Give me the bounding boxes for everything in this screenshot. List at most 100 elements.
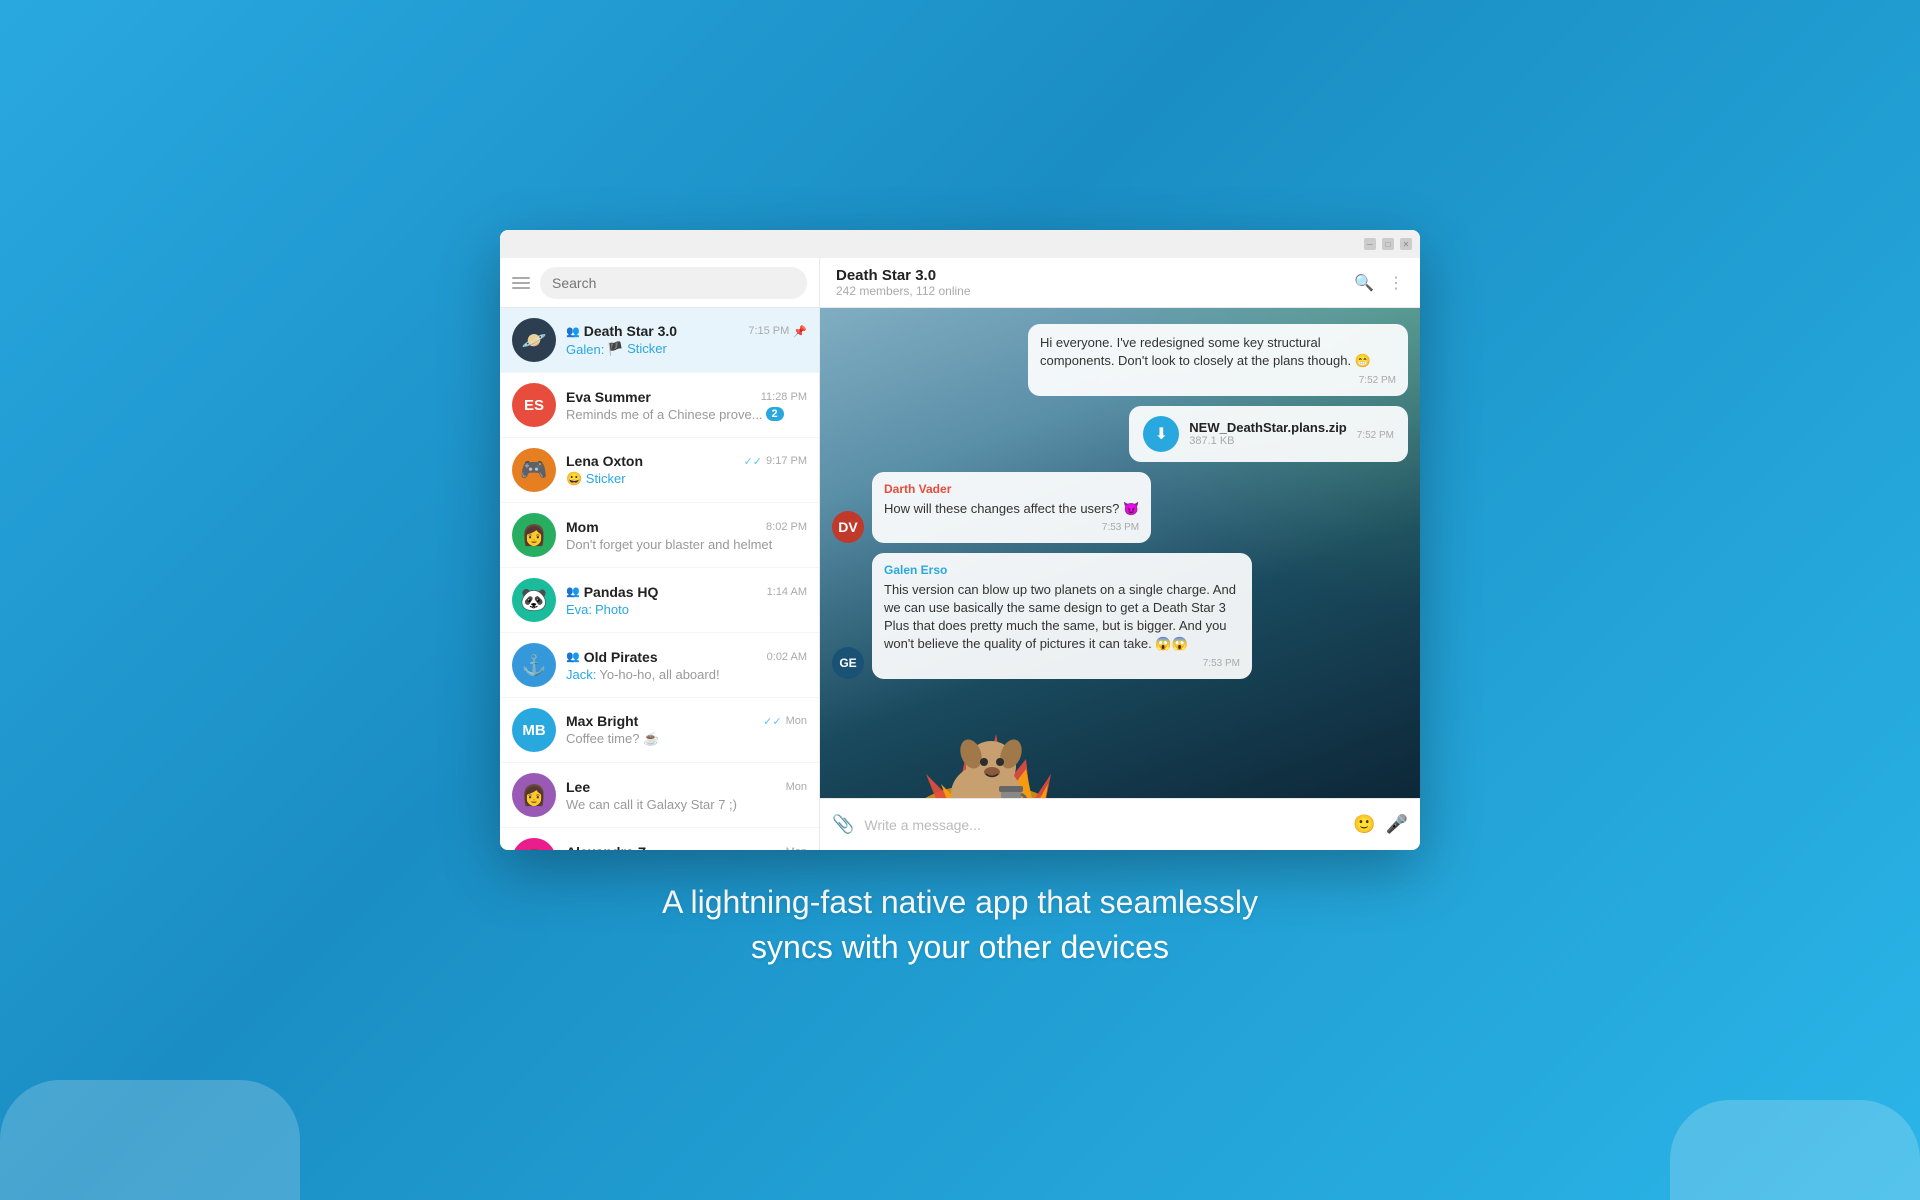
conv-top: Mom 8:02 PM	[566, 519, 807, 535]
file-size: 387.1 KB	[1189, 435, 1346, 447]
conv-name: 👥 Pandas HQ	[566, 584, 658, 600]
attachment-icon[interactable]: 📎	[832, 814, 854, 835]
message-time: 7:52 PM	[1040, 375, 1396, 386]
conv-top: Max Bright ✓✓ Mon	[566, 713, 807, 729]
conv-content: Eva Summer 11:28 PM Reminds me of a Chin…	[566, 389, 807, 422]
voice-icon[interactable]: 🎤	[1386, 814, 1408, 835]
minimize-button[interactable]: ─	[1364, 238, 1376, 250]
group-icon: 👥	[566, 325, 580, 338]
chat-title: Death Star 3.0	[836, 267, 971, 284]
conversation-list: 🪐 👥 Death Star 3.0 7:15 PM 📌	[500, 308, 819, 850]
conv-preview: Galen: 🏴 Sticker	[566, 341, 807, 357]
avatar: ⚓	[512, 643, 556, 687]
conv-preview: Eva: Photo	[566, 602, 807, 617]
conv-content: 👥 Death Star 3.0 7:15 PM 📌 Galen: 🏴 Stic…	[566, 323, 807, 357]
sender-avatar: GE	[832, 647, 864, 679]
conv-preview: Jack: Yo-ho-ho, all aboard!	[566, 667, 807, 682]
message-text: How will these changes affect the users?…	[884, 500, 1139, 518]
maximize-button[interactable]: □	[1382, 238, 1394, 250]
list-item[interactable]: 🐼 👥 Pandas HQ 1:14 AM Eva: Photo	[500, 568, 819, 633]
conv-preview: Don't forget your blaster and helmet	[566, 537, 807, 552]
list-item[interactable]: 🪐 👥 Death Star 3.0 7:15 PM 📌	[500, 308, 819, 373]
conv-name: 👥 Death Star 3.0	[566, 323, 677, 339]
message-bubble: Hi everyone. I've redesigned some key st…	[1028, 324, 1408, 395]
conv-preview: Reminds me of a Chinese prove... 2	[566, 407, 807, 422]
message-text: Hi everyone. I've redesigned some key st…	[1040, 334, 1396, 370]
conv-name: 👥 Old Pirates	[566, 649, 658, 665]
title-bar: ─ □ ✕	[500, 230, 1420, 258]
avatar: 🐼	[512, 578, 556, 622]
conv-top: Lena Oxton ✓✓ 9:17 PM	[566, 453, 807, 469]
group-icon: 👥	[566, 650, 580, 663]
app-window: ─ □ ✕ 🪐	[500, 230, 1420, 850]
conv-top: Alexandra Z Mon	[566, 844, 807, 851]
conv-content: Lee Mon We can call it Galaxy Star 7 ;)	[566, 779, 807, 812]
app-body: 🪐 👥 Death Star 3.0 7:15 PM 📌	[500, 258, 1420, 850]
cloud-decoration-left	[0, 1080, 300, 1200]
file-info: NEW_DeathStar.plans.zip 387.1 KB	[1189, 420, 1346, 447]
list-item[interactable]: 👩 Alexandra Z Mon Workout_Shedule.pdf	[500, 828, 819, 850]
search-box[interactable]	[540, 267, 807, 299]
list-item[interactable]: MB Max Bright ✓✓ Mon Coffee time? ☕	[500, 698, 819, 763]
list-item[interactable]: ES Eva Summer 11:28 PM Reminds me of a C…	[500, 373, 819, 438]
emoji-icon[interactable]: 🙂	[1353, 814, 1375, 835]
chat-area: Death Star 3.0 242 members, 112 online 🔍…	[820, 258, 1420, 850]
message-time: 7:52 PM	[1357, 430, 1394, 441]
list-item[interactable]: 🎮 Lena Oxton ✓✓ 9:17 PM 😀 Sticker	[500, 438, 819, 503]
file-download-icon[interactable]: ⬇	[1143, 416, 1179, 452]
sticker-image	[876, 689, 1096, 799]
close-button[interactable]: ✕	[1400, 238, 1412, 250]
sidebar-header	[500, 258, 819, 308]
tagline: A lightning-fast native app that seamles…	[662, 880, 1258, 970]
chat-input-bar: 📎 🙂 🎤	[820, 798, 1420, 850]
conv-content: Mom 8:02 PM Don't forget your blaster an…	[566, 519, 807, 552]
file-message: ⬇ NEW_DeathStar.plans.zip 387.1 KB 7:52 …	[1129, 406, 1408, 462]
sender-name: Darth Vader	[884, 482, 1139, 496]
conv-content: 👥 Old Pirates 0:02 AM Jack: Yo-ho-ho, al…	[566, 649, 807, 682]
search-icon[interactable]: 🔍	[1354, 273, 1374, 293]
file-name: NEW_DeathStar.plans.zip	[1189, 420, 1346, 435]
message-with-avatar: GE Galen Erso This version can blow up t…	[832, 553, 1408, 679]
message-bubble: Darth Vader How will these changes affec…	[872, 472, 1151, 543]
conv-content: Max Bright ✓✓ Mon Coffee time? ☕	[566, 713, 807, 747]
conv-top: 👥 Old Pirates 0:02 AM	[566, 649, 807, 665]
chat-subtitle: 242 members, 112 online	[836, 284, 971, 298]
list-item[interactable]: 👩 Lee Mon We can call it Galaxy Star 7 ;…	[500, 763, 819, 828]
sticker-message	[876, 689, 1096, 799]
conv-top: Eva Summer 11:28 PM	[566, 389, 807, 405]
sender-avatar: DV	[832, 511, 864, 543]
chat-title-area: Death Star 3.0 242 members, 112 online	[836, 267, 971, 298]
avatar: 🪐	[512, 318, 556, 362]
avatar: 👩	[512, 773, 556, 817]
hamburger-icon[interactable]	[512, 277, 530, 289]
message-time: 7:53 PM	[884, 658, 1240, 669]
cloud-decoration-right	[1670, 1100, 1920, 1200]
search-input[interactable]	[552, 275, 795, 291]
avatar: 👩	[512, 513, 556, 557]
list-item[interactable]: 👩 Mom 8:02 PM Don't forget your blaster …	[500, 503, 819, 568]
avatar: MB	[512, 708, 556, 752]
tagline-line2: syncs with your other devices	[662, 925, 1258, 970]
conv-content: 👥 Pandas HQ 1:14 AM Eva: Photo	[566, 584, 807, 617]
message-with-avatar: DV Darth Vader How will these changes af…	[832, 472, 1408, 543]
sidebar: 🪐 👥 Death Star 3.0 7:15 PM 📌	[500, 258, 820, 850]
conv-preview: 😀 Sticker	[566, 471, 807, 487]
chat-header-actions: 🔍 ⋮	[1354, 273, 1404, 293]
avatar: 🎮	[512, 448, 556, 492]
more-icon[interactable]: ⋮	[1388, 273, 1404, 293]
conv-top: 👥 Death Star 3.0 7:15 PM 📌	[566, 323, 807, 339]
conv-preview: We can call it Galaxy Star 7 ;)	[566, 797, 807, 812]
badge: 2	[766, 407, 784, 421]
pinned-icon: 📌	[793, 325, 807, 338]
sender-name: Galen Erso	[884, 563, 1240, 577]
list-item[interactable]: ⚓ 👥 Old Pirates 0:02 AM Jack: Yo-ho-ho, …	[500, 633, 819, 698]
check-icon: ✓✓	[744, 455, 762, 468]
conv-top: Lee Mon	[566, 779, 807, 795]
message-input[interactable]	[864, 817, 1343, 833]
conv-top: 👥 Pandas HQ 1:14 AM	[566, 584, 807, 600]
message-time: 7:53 PM	[884, 522, 1139, 533]
conv-content: Alexandra Z Mon Workout_Shedule.pdf	[566, 844, 807, 851]
avatar: 👩	[512, 838, 556, 850]
conv-preview: Coffee time? ☕	[566, 731, 807, 747]
chat-messages: Hi everyone. I've redesigned some key st…	[820, 308, 1420, 798]
